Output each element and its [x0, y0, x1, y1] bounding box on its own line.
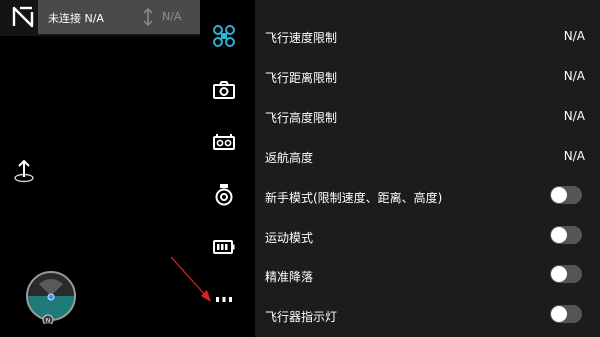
tab-remote-controller[interactable] [210, 128, 238, 156]
setting-label: 运动模式 [265, 231, 314, 245]
app-logo-icon[interactable] [10, 4, 36, 30]
setting-value: N/A [563, 109, 585, 123]
connection-status-text: 未连接 N/A [48, 12, 104, 25]
tab-more[interactable] [210, 285, 238, 313]
camera-icon [213, 81, 235, 99]
setting-row-beginner-mode: 新手模式(限制速度、距离、高度) [255, 177, 600, 217]
setting-value: N/A [563, 29, 585, 43]
setting-label: 飞行距离限制 [265, 71, 338, 85]
setting-label: 飞行高度限制 [265, 111, 338, 125]
toggle-knob [551, 306, 567, 322]
tab-camera[interactable] [210, 76, 238, 104]
aircraft-lights-toggle[interactable] [550, 305, 582, 323]
aircraft-settings-panel: 飞行速度限制 N/A 飞行距离限制 N/A 飞行高度限制 N/A 返航高度 N/… [255, 0, 600, 337]
altitude-icon [143, 7, 153, 27]
tab-battery[interactable] [210, 233, 238, 261]
top-status-bar: 未连接 N/A N/A [0, 0, 200, 36]
tab-aircraft[interactable] [210, 22, 238, 50]
setting-label: 精准降落 [265, 270, 314, 284]
setting-row-distance-limit[interactable]: 飞行距离限制 N/A [255, 57, 600, 97]
setting-row-height-limit[interactable]: 飞行高度限制 N/A [255, 97, 600, 137]
setting-label: 飞行器指示灯 [265, 310, 338, 324]
setting-value: N/A [563, 149, 585, 163]
setting-label: 飞行速度限制 [265, 31, 338, 45]
gimbal-icon [215, 184, 233, 206]
sport-mode-toggle[interactable] [550, 226, 582, 244]
takeoff-icon[interactable] [12, 158, 36, 184]
setting-value: N/A [563, 69, 585, 83]
setting-row-speed-limit[interactable]: 飞行速度限制 N/A [255, 17, 600, 57]
more-icon [216, 297, 232, 302]
tab-gimbal[interactable] [210, 181, 238, 209]
remote-controller-icon [213, 134, 235, 150]
setting-row-sport-mode: 运动模式 [255, 217, 600, 257]
beginner-mode-toggle[interactable] [550, 186, 582, 204]
toggle-knob [551, 266, 567, 282]
connection-status-bar: 未连接 N/A N/A [38, 0, 200, 34]
compass-radar[interactable]: N [25, 270, 79, 324]
altitude-value: N/A [162, 10, 182, 23]
drone-icon [213, 25, 235, 47]
setting-row-aircraft-lights: 飞行器指示灯 [255, 296, 600, 336]
compass-north-label: N [46, 318, 51, 325]
precision-landing-toggle[interactable] [550, 265, 582, 283]
toggle-knob [551, 187, 567, 203]
annotation-arrow-icon [170, 256, 211, 302]
battery-icon [213, 240, 235, 254]
toggle-knob [551, 227, 567, 243]
setting-row-precision-landing: 精准降落 [255, 256, 600, 296]
setting-label: 新手模式(限制速度、距离、高度) [265, 191, 443, 205]
setting-label: 返航高度 [265, 151, 314, 165]
setting-row-return-home-height[interactable]: 返航高度 N/A [255, 137, 600, 177]
